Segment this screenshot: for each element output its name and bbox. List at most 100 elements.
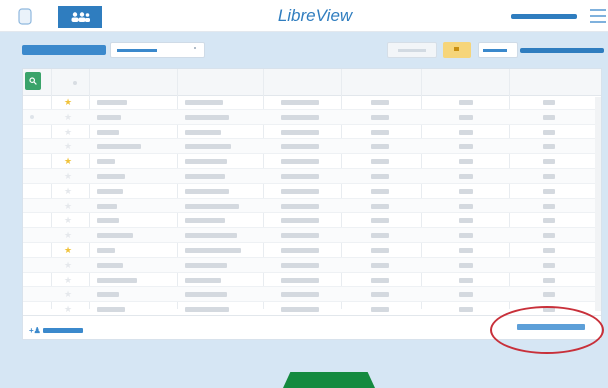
table-cell [371,292,389,298]
table-cell [371,203,389,209]
table-cell [281,307,319,313]
table-cell [459,218,473,224]
hamburger-icon[interactable] [590,9,606,23]
star-icon[interactable]: ★ [64,186,72,196]
patient-table: ★ ★ ★ ★ ★ ★ ★ ★ ★ ★ ★ ★ ★ ★ ★ +♟ [22,68,602,340]
star-icon[interactable]: ★ [64,215,72,225]
table-cell [185,129,221,135]
star-icon[interactable]: ★ [64,260,72,270]
table-cell [185,173,225,179]
table-row[interactable]: ★ [23,243,601,258]
star-icon[interactable]: ★ [64,112,72,122]
table-cell [281,129,319,135]
table-cell [459,188,473,194]
table-cell [371,247,389,253]
star-icon[interactable]: ★ [64,245,72,255]
table-cell [371,218,389,224]
highlight-circle [490,306,604,354]
table-cell [97,247,115,253]
table-cell [97,159,115,165]
table-cell [371,159,389,165]
table-cell [371,144,389,150]
star-icon[interactable]: ★ [64,275,72,285]
table-cell [185,114,229,120]
table-cell [371,114,389,120]
star-icon[interactable]: ★ [64,127,72,137]
table-cell [543,292,555,298]
table-cell [371,233,389,239]
star-icon[interactable]: ★ [64,230,72,240]
table-row[interactable]: ★ [23,154,601,169]
table-cell [185,292,227,298]
star-icon[interactable]: ★ [64,156,72,166]
table-cell [459,247,473,253]
table-cell [459,292,473,298]
table-cell [371,307,389,313]
table-cell [185,247,241,253]
add-patient-link[interactable]: +♟ [29,325,83,335]
table-cell [281,173,319,179]
search-input[interactable] [387,42,437,58]
flag-icon [454,47,459,51]
favorite-column-header[interactable] [73,81,77,85]
table-cell [459,159,473,165]
row-marker [30,114,34,119]
star-icon[interactable]: ★ [64,97,72,107]
table-cell [97,292,119,298]
bottom-button[interactable] [283,372,375,388]
table-cell [281,114,319,120]
search-icon [29,77,37,85]
table-row[interactable]: ★ [23,287,601,303]
star-icon[interactable]: ★ [64,201,72,211]
table-cell [459,307,473,313]
table-row[interactable]: ★ [23,125,601,140]
table-row[interactable]: ★ [23,257,601,273]
table-cell [371,277,389,283]
table-cell [543,173,555,179]
table-cell [371,173,389,179]
filter-dropdown[interactable] [110,42,205,58]
table-rows: ★ ★ ★ ★ ★ ★ ★ ★ ★ ★ ★ ★ ★ ★ ★ [23,95,601,317]
device-icon[interactable] [18,8,32,25]
table-row[interactable]: ★ [23,95,601,110]
table-row[interactable]: ★ [23,228,601,243]
table-cell [97,233,133,239]
user-menu[interactable] [511,14,577,19]
star-icon[interactable]: ★ [64,171,72,181]
table-row[interactable]: ★ [23,273,601,288]
star-icon[interactable]: ★ [64,289,72,299]
star-icon[interactable]: ★ [64,304,72,314]
table-cell [543,159,555,165]
table-cell [543,144,555,150]
table-cell [185,159,227,165]
table-cell [459,277,473,283]
table-cell [543,233,555,239]
view-select[interactable] [478,42,518,58]
table-cell [185,233,237,239]
scrollbar[interactable] [595,97,601,311]
people-tab[interactable] [58,6,102,28]
table-cell [97,218,119,224]
table-cell [97,100,127,105]
table-cell [281,159,319,165]
table-row[interactable]: ★ [23,184,601,199]
chevron-down-icon [194,47,196,49]
table-row[interactable]: ★ [23,198,601,214]
table-cell [281,277,319,283]
table-row[interactable]: ★ [23,139,601,155]
table-search-button[interactable] [25,72,41,90]
table-cell [185,144,231,150]
table-cell [459,262,473,268]
table-row[interactable]: ★ [23,213,601,229]
flag-filter-button[interactable] [443,42,471,58]
table-cell [543,129,555,135]
table-cell [97,203,117,209]
table-cell [543,262,555,268]
table-cell [543,247,555,253]
table-cell [97,307,125,313]
table-row[interactable]: ★ [23,109,601,125]
table-cell [459,144,473,150]
star-icon[interactable]: ★ [64,141,72,151]
header-action[interactable] [520,48,604,53]
table-row[interactable]: ★ [23,168,601,184]
